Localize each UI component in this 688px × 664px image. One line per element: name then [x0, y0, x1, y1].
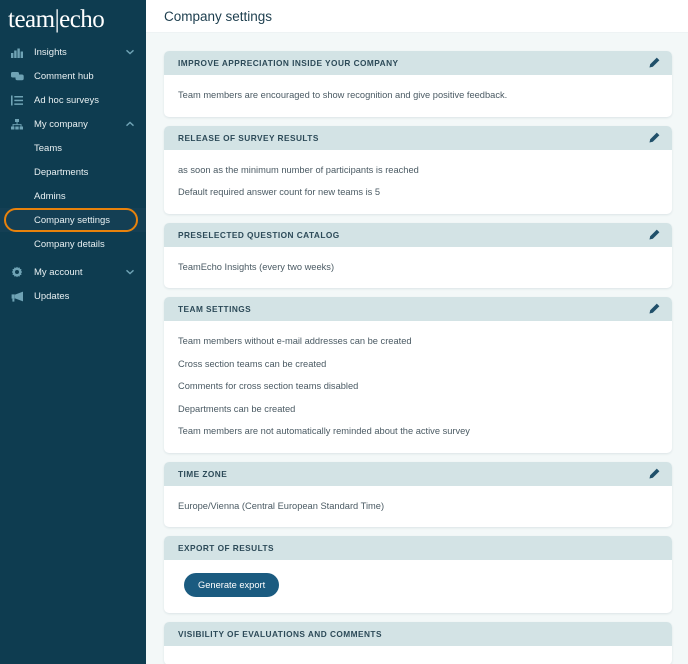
edit-pencil-icon[interactable] — [648, 57, 660, 69]
sidebar-item-departments[interactable]: Departments — [0, 160, 146, 184]
setting-row: Team members without e-mail addresses ca… — [178, 336, 412, 347]
edit-pencil-icon[interactable] — [648, 468, 660, 480]
settings-card-improve-appreciation: Improve appreciation inside your company… — [164, 51, 672, 117]
sidebar-item-my-account[interactable]: My account — [0, 260, 146, 284]
card-body — [164, 646, 672, 664]
settings-card-export-of-results: Export of results Generate export — [164, 536, 672, 614]
brand-name-left: team — [8, 6, 55, 33]
sidebar-subitem-label: Admins — [34, 190, 66, 202]
sidebar-subitem-label: Teams — [34, 142, 62, 154]
sidebar-item-company-settings[interactable]: Company settings — [0, 208, 146, 232]
card-header: Time zone — [164, 461, 672, 486]
sidebar-item-admins[interactable]: Admins — [0, 184, 146, 208]
sidebar-item-teams[interactable]: Teams — [0, 136, 146, 160]
card-header: Visibility of evaluations and comments — [164, 622, 672, 647]
sidebar-item-label: Insights — [34, 46, 67, 58]
card-title: Team settings — [178, 304, 252, 315]
sidebar-subitem-label: Company settings — [34, 214, 111, 226]
edit-pencil-icon[interactable] — [648, 229, 660, 241]
settings-card-preselected-question-catalog: Preselected question catalog TeamEcho In… — [164, 222, 672, 289]
card-body: TeamEcho Insights (every two weeks) — [164, 247, 672, 289]
chevron-up-icon — [126, 119, 134, 130]
card-body: Team members without e-mail addresses ca… — [164, 321, 672, 453]
card-title: Release of survey results — [178, 132, 319, 143]
card-header: Export of results — [164, 536, 672, 561]
card-body: as soon as the minimum number of partici… — [164, 150, 672, 214]
settings-list: Improve appreciation inside your company… — [146, 33, 688, 664]
comments-icon — [8, 68, 26, 84]
setting-row: Team members are encouraged to show reco… — [178, 90, 508, 100]
card-header: Team settings — [164, 297, 672, 322]
setting-row: Default required answer count for new te… — [178, 187, 381, 198]
setting-row: Team members are not automatically remin… — [178, 426, 470, 437]
settings-card-visibility-of-evaluations-and-comments: Visibility of evaluations and comments — [164, 622, 672, 664]
sidebar-item-insights[interactable]: Insights — [0, 40, 146, 64]
top-bar: Company settings — [146, 0, 688, 33]
card-body: Europe/Vienna (Central European Standard… — [164, 486, 672, 528]
sitemap-icon — [8, 116, 26, 132]
chevron-down-icon — [126, 267, 134, 278]
sidebar-item-label: Ad hoc surveys — [34, 94, 99, 106]
app-window: team|echo Insights Comment hub Ad hoc su… — [0, 0, 688, 664]
sidebar-subitem-label: Departments — [34, 166, 89, 178]
settings-card-release-of-survey-results: Release of survey results as soon as the… — [164, 125, 672, 214]
card-body: Team members are encouraged to show reco… — [164, 75, 672, 117]
main-area: Company settings Improve appreciation in… — [146, 0, 688, 664]
gear-icon — [8, 264, 26, 280]
page-title: Company settings — [164, 8, 273, 24]
setting-row: as soon as the minimum number of partici… — [178, 164, 419, 175]
setting-row: TeamEcho Insights (every two weeks) — [178, 261, 335, 272]
brand-logo[interactable]: team|echo — [0, 0, 146, 34]
brand-name-right: echo — [59, 6, 105, 33]
generate-export-button[interactable]: Generate export — [184, 573, 280, 598]
bar-chart-icon — [8, 44, 26, 60]
card-title: Export of results — [178, 543, 275, 554]
setting-row: Europe/Vienna (Central European Standard… — [178, 500, 385, 511]
sidebar-item-label: My company — [34, 118, 88, 130]
sidebar-item-label: Updates — [34, 290, 70, 302]
megaphone-icon — [8, 288, 26, 304]
sidebar-item-label: My account — [34, 266, 83, 278]
list-icon — [8, 92, 26, 108]
card-title: Time zone — [178, 468, 228, 479]
card-title: Visibility of evaluations and comments — [178, 629, 382, 640]
sidebar: team|echo Insights Comment hub Ad hoc su… — [0, 0, 146, 664]
sidebar-item-comment-hub[interactable]: Comment hub — [0, 64, 146, 88]
setting-row: Comments for cross section teams disable… — [178, 381, 359, 392]
card-header: Improve appreciation inside your company — [164, 51, 672, 75]
settings-card-team-settings: Team settings Team members without e-mai… — [164, 297, 672, 453]
card-body: Generate export — [164, 560, 672, 613]
sidebar-subitem-label: Company details — [34, 238, 105, 250]
sidebar-nav: Insights Comment hub Ad hoc surveys My c… — [0, 40, 146, 308]
sidebar-item-updates[interactable]: Updates — [0, 284, 146, 308]
card-title: Preselected question catalog — [178, 229, 340, 240]
edit-pencil-icon[interactable] — [648, 303, 660, 315]
edit-pencil-icon[interactable] — [648, 132, 660, 144]
chevron-down-icon — [126, 47, 134, 58]
sidebar-item-ad-hoc-surveys[interactable]: Ad hoc surveys — [0, 88, 146, 112]
sidebar-item-label: Comment hub — [34, 70, 94, 82]
setting-row: Cross section teams can be created — [178, 358, 327, 369]
card-header: Release of survey results — [164, 125, 672, 150]
sidebar-item-my-company[interactable]: My company — [0, 112, 146, 136]
settings-card-time-zone: Time zone Europe/Vienna (Central Europea… — [164, 461, 672, 528]
setting-row: Departments can be created — [178, 403, 296, 414]
card-header: Preselected question catalog — [164, 222, 672, 247]
sidebar-item-company-details[interactable]: Company details — [0, 232, 146, 256]
card-title: Improve appreciation inside your company — [178, 58, 399, 68]
